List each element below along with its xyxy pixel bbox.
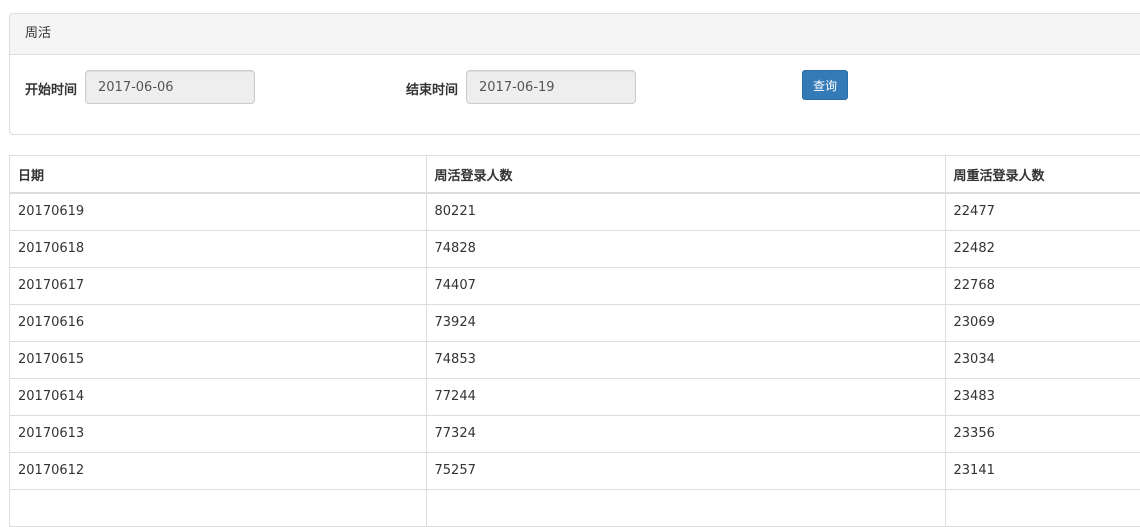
cell-weekly-active: 73924 <box>426 304 946 342</box>
cell-weekly-active: 74853 <box>426 341 946 379</box>
column-header-weekly-active: 周活登录人数 <box>426 156 946 194</box>
cell-date: 20170619 <box>10 193 427 231</box>
cell-weekly-active <box>426 489 946 527</box>
cell-weekly-reactive <box>945 489 1140 527</box>
data-table-container: 日期 周活登录人数 周重活登录人数 20170619 80221 22477 2… <box>9 155 1140 527</box>
cell-weekly-active: 74407 <box>426 267 946 305</box>
cell-weekly-active: 74828 <box>426 230 946 268</box>
table-row: 20170619 80221 22477 <box>10 193 1140 231</box>
cell-date: 20170613 <box>10 415 427 453</box>
filter-form: 开始时间 结束时间 查询 <box>10 55 1140 135</box>
cell-weekly-reactive: 23141 <box>945 452 1140 490</box>
cell-date <box>10 489 427 527</box>
table-row: 20170615 74853 23034 <box>10 341 1140 379</box>
cell-date: 20170614 <box>10 378 427 416</box>
table-header-row: 日期 周活登录人数 周重活登录人数 <box>10 156 1140 194</box>
filter-panel: 周活 开始时间 结束时间 查询 <box>9 13 1140 135</box>
cell-weekly-reactive: 23483 <box>945 378 1140 416</box>
cell-weekly-reactive: 22482 <box>945 230 1140 268</box>
table-row: 20170613 77324 23356 <box>10 415 1140 453</box>
cell-date: 20170612 <box>10 452 427 490</box>
column-header-weekly-reactive: 周重活登录人数 <box>945 156 1140 194</box>
cell-weekly-active: 80221 <box>426 193 946 231</box>
panel-title: 周活 <box>10 14 1140 55</box>
cell-weekly-reactive: 23069 <box>945 304 1140 342</box>
cell-date: 20170615 <box>10 341 427 379</box>
cell-weekly-reactive: 23034 <box>945 341 1140 379</box>
table-row <box>10 489 1140 527</box>
cell-weekly-reactive: 22477 <box>945 193 1140 231</box>
cell-weekly-active: 77324 <box>426 415 946 453</box>
end-time-label: 结束时间 <box>406 83 459 98</box>
cell-date: 20170616 <box>10 304 427 342</box>
start-time-label: 开始时间 <box>25 83 78 98</box>
start-time-input[interactable] <box>85 70 255 104</box>
table-row: 20170614 77244 23483 <box>10 378 1140 416</box>
cell-weekly-reactive: 22768 <box>945 267 1140 305</box>
column-header-date: 日期 <box>10 156 427 194</box>
weekly-active-table: 日期 周活登录人数 周重活登录人数 20170619 80221 22477 2… <box>10 156 1140 527</box>
cell-date: 20170617 <box>10 267 427 305</box>
cell-weekly-active: 75257 <box>426 452 946 490</box>
query-button[interactable]: 查询 <box>802 70 848 100</box>
table-row: 20170616 73924 23069 <box>10 304 1140 342</box>
table-row: 20170618 74828 22482 <box>10 230 1140 268</box>
cell-weekly-reactive: 23356 <box>945 415 1140 453</box>
cell-weekly-active: 77244 <box>426 378 946 416</box>
table-row: 20170617 74407 22768 <box>10 267 1140 305</box>
table-row: 20170612 75257 23141 <box>10 452 1140 490</box>
cell-date: 20170618 <box>10 230 427 268</box>
end-time-input[interactable] <box>466 70 636 104</box>
